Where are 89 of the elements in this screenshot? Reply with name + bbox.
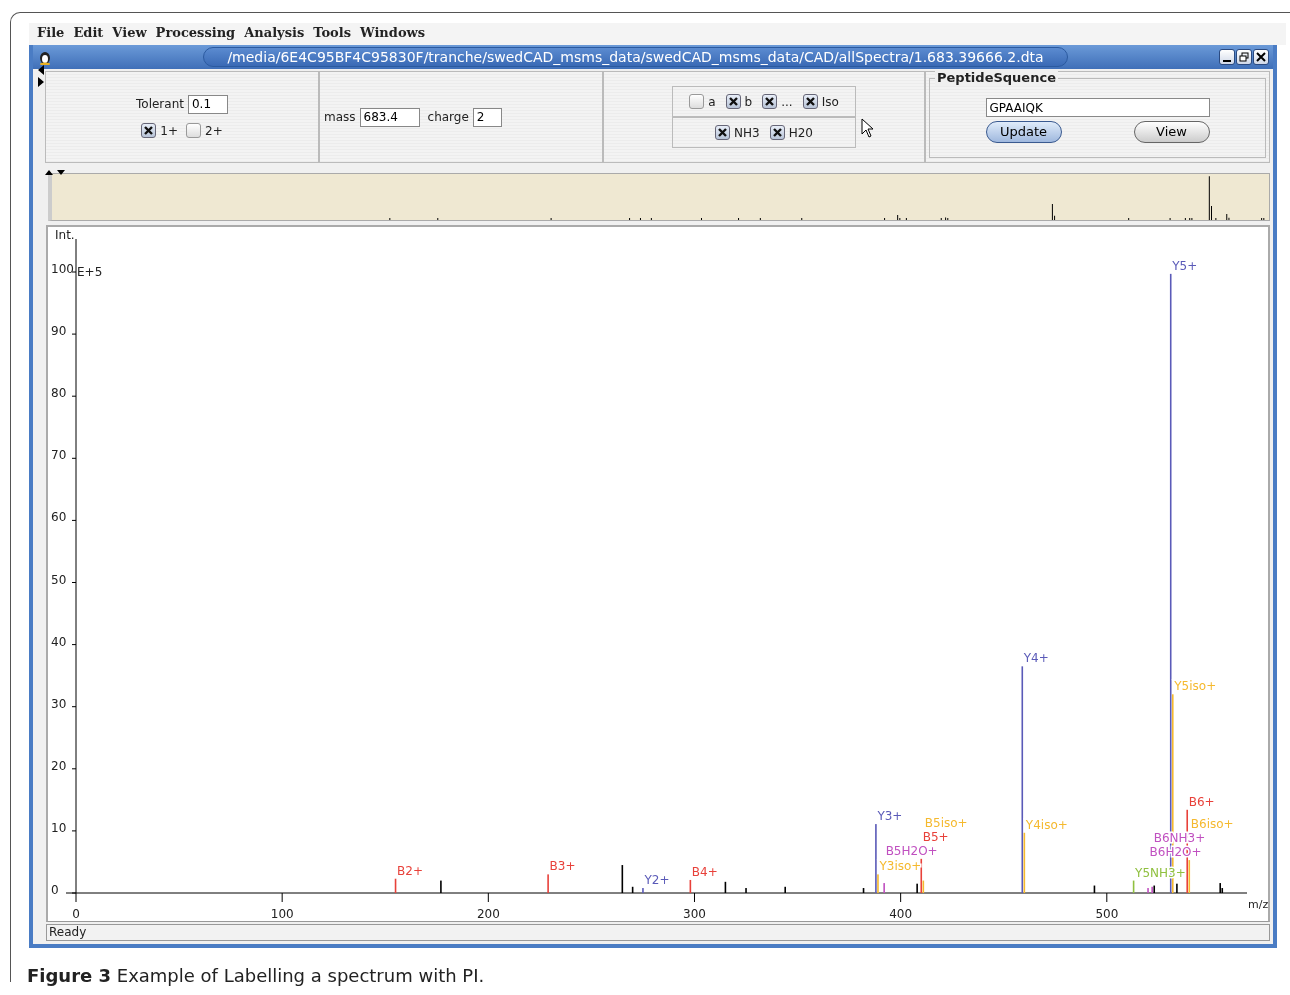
checkbox-label: a xyxy=(708,93,716,111)
peak-label: Y3+ xyxy=(877,809,903,824)
menu-item[interactable]: Edit xyxy=(73,23,104,45)
tick-label: 0 xyxy=(51,883,59,897)
checkbox-label: 2+ xyxy=(205,122,223,140)
spectrum-peak xyxy=(621,865,624,893)
checkbox-label: ... xyxy=(781,93,793,111)
tick-label: 100 xyxy=(270,907,294,921)
menu-item[interactable]: View xyxy=(112,23,147,45)
spectrum-peak xyxy=(631,886,634,893)
spectrum-peak xyxy=(394,878,397,893)
tick-label: 500 xyxy=(1095,907,1119,921)
tick-label: 40 xyxy=(51,634,67,649)
tick-label: 10 xyxy=(51,820,67,835)
checkbox[interactable] xyxy=(725,94,741,109)
close-icon xyxy=(1256,52,1266,62)
peak-label: Y4+ xyxy=(1023,651,1049,666)
tick-label: 200 xyxy=(476,907,500,921)
checkbox-label: 1+ xyxy=(160,122,178,140)
spectrum-peak xyxy=(689,879,692,893)
restore-icon xyxy=(1239,52,1249,62)
peak-label: Y5iso+ xyxy=(1174,679,1217,694)
tick-label: 80 xyxy=(51,386,67,401)
minimize-button[interactable] xyxy=(1219,49,1235,65)
peak-label: Y5+ xyxy=(1172,258,1198,273)
checkbox-label: Iso xyxy=(821,93,839,111)
peak-label: B6iso+ xyxy=(1190,817,1234,832)
checkbox[interactable] xyxy=(689,94,705,109)
action-button[interactable]: View xyxy=(1133,121,1210,143)
tick-label: 50 xyxy=(51,572,67,587)
tick-label: 20 xyxy=(51,758,67,773)
action-button[interactable]: Update xyxy=(985,121,1062,143)
tick-label: 400 xyxy=(889,907,913,921)
spectrum-peak xyxy=(1093,885,1096,893)
tolerant-label: Tolerant xyxy=(136,96,184,113)
mass-field[interactable]: 683.4 xyxy=(359,107,420,127)
peak-label: Y3iso+ xyxy=(879,859,922,874)
checkbox[interactable] xyxy=(762,94,778,109)
peak-label: Y2+ xyxy=(644,873,670,888)
spectrum-peak xyxy=(724,881,727,893)
peak-label: B6+ xyxy=(1188,794,1215,809)
menu-item[interactable]: Windows xyxy=(360,23,426,45)
tolerant-field[interactable]: 0.1 xyxy=(187,94,228,114)
spectrum-peak xyxy=(862,888,865,893)
axis-title: m/z xyxy=(1248,898,1268,911)
checkbox[interactable] xyxy=(769,125,785,140)
status-bar: Ready xyxy=(46,924,1270,941)
peak-label: B3+ xyxy=(549,859,576,874)
group-title: PeptideSquence xyxy=(935,70,1058,86)
figure-caption: Figure 3 Example of Labelling a spectrum with PI. xyxy=(27,964,486,988)
maximize-button[interactable] xyxy=(1236,49,1252,65)
checkbox[interactable] xyxy=(802,94,818,109)
checkbox[interactable] xyxy=(141,123,157,138)
splitter-arrows-icon[interactable] xyxy=(38,65,44,87)
tick-label: 70 xyxy=(51,448,67,463)
peptide-field[interactable]: GPAAIQK xyxy=(985,98,1210,117)
window-title: /media/6E4C95BF4C95830F/tranche/swedCAD_msms_data/swedCAD_msms_data/CAD/allSpectra/1.683.39666.2.dta xyxy=(203,47,1068,67)
menu-item[interactable]: File xyxy=(37,23,65,45)
mass-label: mass xyxy=(324,109,356,126)
checkbox[interactable] xyxy=(715,125,731,140)
menu-item[interactable]: Processing xyxy=(155,23,236,45)
minimize-icon xyxy=(1223,59,1231,62)
penguin-icon[interactable] xyxy=(37,49,53,65)
tick-label: 100 xyxy=(51,262,74,276)
splitter-arrows-icon[interactable] xyxy=(45,169,67,176)
axis-title: Int. xyxy=(55,228,75,242)
spectrum-peak xyxy=(1132,880,1135,893)
menu-item[interactable]: Analysis xyxy=(244,23,305,45)
peak-label: B4+ xyxy=(691,864,718,879)
checkbox-label: b xyxy=(744,93,753,111)
checkbox-label: H20 xyxy=(788,124,813,142)
checkbox-label: NH3 xyxy=(734,124,760,142)
peak-label: B5+ xyxy=(922,829,949,844)
mouse-cursor-icon xyxy=(861,118,875,138)
charge-field[interactable]: 2 xyxy=(472,107,502,127)
tick-label: 30 xyxy=(51,696,67,711)
charge-label: charge xyxy=(427,109,469,126)
exponent-label: E+5 xyxy=(77,265,103,279)
checkbox[interactable] xyxy=(186,123,201,138)
tick-label: 300 xyxy=(683,907,706,921)
close-button[interactable] xyxy=(1253,49,1269,65)
menu-item[interactable]: Tools xyxy=(313,23,352,45)
peak-label: B5H2O+ xyxy=(885,843,938,858)
peak-label: B5iso+ xyxy=(924,815,968,830)
peak-label: B2+ xyxy=(397,863,423,878)
tick-label: 0 xyxy=(72,907,80,921)
tick-label: 60 xyxy=(51,510,67,525)
peak-label: Y4iso+ xyxy=(1025,817,1068,832)
tick-label: 90 xyxy=(51,324,67,339)
